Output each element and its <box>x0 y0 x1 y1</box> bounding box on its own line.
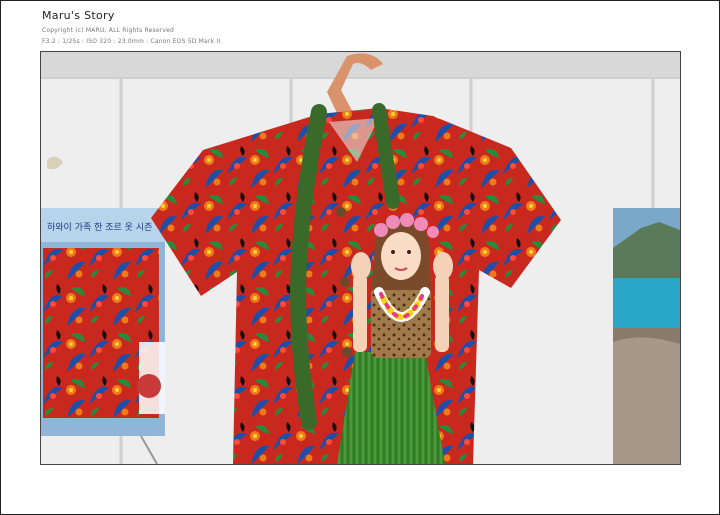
poster-heading: 하와이 가족 한 조르 옷 시즌 <box>47 221 152 233</box>
beach-poster <box>613 208 680 464</box>
blog-title: Maru's Story <box>42 9 115 22</box>
poster: 하와이 가족 한 조르 옷 시즌 <box>41 208 165 464</box>
photo-illustration: 하와이 가족 한 조르 옷 시즌 <box>41 52 680 464</box>
exif-info: F3.2 : 1/25s : ISO 320 : 23.0mm : Canon … <box>42 38 221 45</box>
photo: 하와이 가족 한 조르 옷 시즌 <box>40 51 681 465</box>
copyright-text: Copyright (c) MARU, ALL Rights Reserved <box>42 27 175 34</box>
